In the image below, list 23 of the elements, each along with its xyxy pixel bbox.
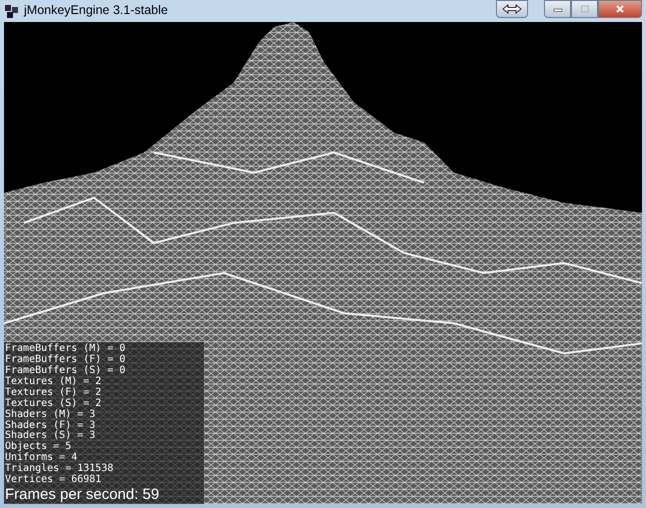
double-arrow-icon	[502, 4, 522, 14]
stat-line: Shaders (F) = 3	[4, 420, 96, 431]
window-title: jMonkeyEngine 3.1-stable	[24, 3, 168, 17]
stat-line: Textures (M) = 2	[4, 376, 102, 387]
stat-line: Vertices = 66981	[4, 475, 102, 486]
stat-line: Objects = 5	[4, 442, 72, 452]
stat-line: Textures (S) = 2	[4, 398, 102, 409]
minimize-button[interactable]	[544, 0, 571, 18]
stat-line: Textures (F) = 2	[4, 388, 102, 398]
stat-line: Shaders (M) = 3	[4, 410, 96, 420]
cubes-icon	[4, 3, 20, 19]
stat-line: FrameBuffers (M) = 0	[4, 344, 126, 354]
stat-line: Shaders (S) = 3	[4, 431, 96, 442]
resize-button[interactable]	[496, 0, 528, 18]
close-button[interactable]	[598, 0, 642, 18]
maximize-button[interactable]	[571, 0, 598, 18]
stat-line: FrameBuffers (F) = 0	[4, 355, 126, 366]
stat-line: FrameBuffers (S) = 0	[4, 366, 126, 376]
close-icon	[615, 5, 625, 13]
stat-line: Uniforms = 4	[4, 453, 78, 464]
maximize-icon	[580, 5, 590, 13]
fps-counter: Frames per second: 59	[4, 486, 160, 504]
stat-line: Triangles = 131538	[4, 464, 114, 474]
